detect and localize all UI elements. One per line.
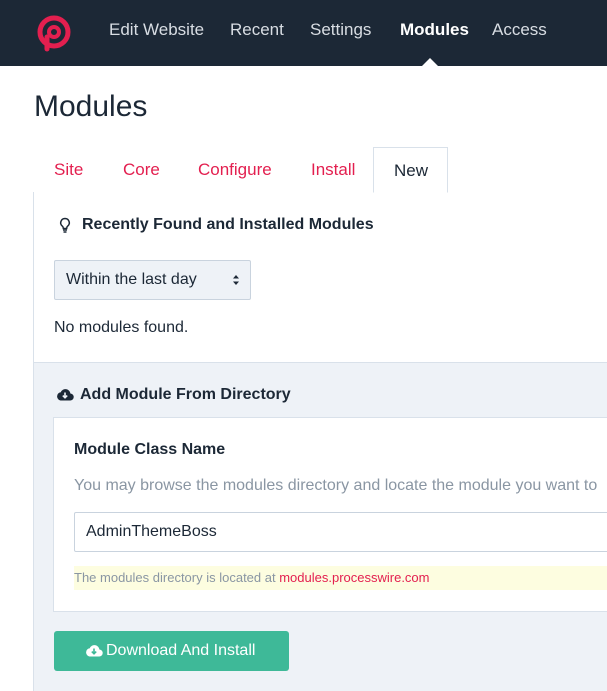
no-modules-message: No modules found. bbox=[54, 319, 189, 336]
tab-install[interactable]: Install bbox=[311, 160, 355, 180]
nav-settings[interactable]: Settings bbox=[310, 20, 371, 40]
module-class-description: You may browse the modules directory and… bbox=[74, 477, 598, 494]
timeframe-select[interactable]: Within the last day bbox=[54, 260, 251, 300]
page-title: Modules bbox=[34, 90, 148, 123]
tab-core[interactable]: Core bbox=[123, 160, 160, 180]
recent-modules-title: Recently Found and Installed Modules bbox=[82, 216, 374, 233]
tab-new-label: New bbox=[394, 161, 429, 180]
top-nav-bar: Edit Website Recent Settings Modules Acc… bbox=[0, 0, 607, 66]
module-class-input[interactable] bbox=[74, 512, 607, 552]
select-arrows-icon bbox=[233, 275, 239, 285]
nav-access[interactable]: Access bbox=[492, 20, 547, 40]
tab-site[interactable]: Site bbox=[54, 160, 83, 180]
processwire-logo-icon[interactable] bbox=[34, 13, 74, 53]
lightbulb-icon bbox=[60, 217, 70, 233]
module-class-label: Module Class Name bbox=[74, 441, 226, 458]
download-install-button[interactable]: Download And Install bbox=[54, 631, 289, 671]
active-nav-indicator bbox=[422, 58, 438, 66]
tab-configure[interactable]: Configure bbox=[198, 160, 272, 180]
nav-modules[interactable]: Modules bbox=[400, 20, 469, 40]
nav-recent[interactable]: Recent bbox=[230, 20, 284, 40]
cloud-download-icon bbox=[86, 645, 103, 657]
nav-edit-website[interactable]: Edit Website bbox=[109, 20, 204, 40]
cloud-download-icon bbox=[57, 389, 74, 401]
tab-new[interactable]: New bbox=[373, 147, 448, 193]
add-module-title: Add Module From Directory bbox=[80, 386, 291, 403]
modules-directory-link[interactable]: modules.processwire.com bbox=[279, 570, 429, 585]
modules-directory-notice: The modules directory is located at modu… bbox=[74, 566, 607, 590]
timeframe-select-value: Within the last day bbox=[66, 271, 197, 288]
notice-text: The modules directory is located at bbox=[74, 570, 280, 585]
download-install-label: Download And Install bbox=[106, 642, 256, 659]
